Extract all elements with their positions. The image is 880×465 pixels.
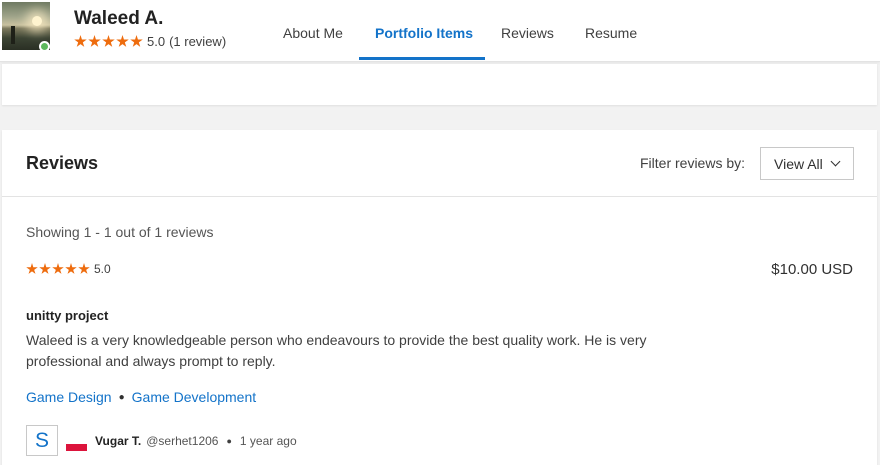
filter-dropdown[interactable]: View All	[760, 147, 854, 180]
star-icon	[39, 263, 51, 274]
tab-about-me[interactable]: About Me	[283, 25, 343, 41]
profile-name: Waleed A.	[74, 8, 164, 29]
active-tab-indicator	[359, 57, 485, 60]
tab-portfolio-items[interactable]: Portfolio Items	[375, 25, 473, 41]
skill-link-game-development[interactable]: Game Development	[132, 389, 257, 405]
review-project-title: unitty project	[26, 308, 109, 323]
country-flag-icon	[66, 438, 87, 451]
reviews-card: Reviews Filter reviews by: View All Show…	[2, 130, 877, 465]
review-timestamp: 1 year ago	[239, 433, 297, 448]
reviews-header: Reviews Filter reviews by: View All	[2, 130, 877, 197]
rating-stars	[74, 35, 144, 48]
reviewer-info: S Vugar T. @serhet1206 ● 1 year ago	[26, 425, 297, 456]
star-icon	[65, 263, 77, 274]
reviewer-name[interactable]: Vugar T.	[95, 434, 141, 448]
profile-header: Waleed A. 5.0 (1 review) About Me Portfo…	[0, 0, 880, 62]
tab-reviews[interactable]: Reviews	[501, 25, 554, 41]
star-icon	[74, 35, 87, 47]
review-price: $10.00 USD	[771, 261, 853, 278]
avatar-photo-figure	[11, 26, 15, 44]
avatar-photo-sun	[32, 16, 42, 26]
rating-score: 5.0	[147, 34, 166, 49]
review-rating: 5.0	[26, 262, 111, 276]
reviewer-handle: @serhet1206	[146, 433, 219, 448]
review-skills: Game Design ● Game Development	[26, 389, 256, 405]
reviews-title: Reviews	[26, 153, 99, 173]
star-icon	[78, 263, 90, 274]
star-icon	[88, 35, 101, 47]
review-text: Waleed is a very knowledgeable person wh…	[26, 332, 647, 369]
skill-separator: ●	[118, 391, 125, 403]
star-icon	[52, 263, 64, 274]
star-icon	[116, 35, 129, 47]
separator-dot: ●	[226, 435, 232, 446]
profile-rating: 5.0 (1 review)	[74, 34, 226, 49]
star-icon	[130, 35, 143, 47]
review-rating-score: 5.0	[94, 262, 111, 276]
chevron-down-icon	[830, 156, 841, 167]
reviewer-avatar[interactable]: S	[26, 425, 58, 456]
star-icon	[102, 35, 115, 47]
skill-link-game-design[interactable]: Game Design	[26, 389, 112, 405]
reviews-count-summary: Showing 1 - 1 out of 1 reviews	[26, 224, 214, 240]
star-icon	[26, 263, 38, 274]
tab-resume[interactable]: Resume	[585, 25, 637, 41]
filter-dropdown-value: View All	[774, 155, 823, 172]
rating-count[interactable]: (1 review)	[169, 34, 226, 49]
portfolio-card	[2, 64, 877, 105]
filter-label: Filter reviews by:	[640, 155, 746, 171]
online-status-indicator	[39, 41, 50, 52]
